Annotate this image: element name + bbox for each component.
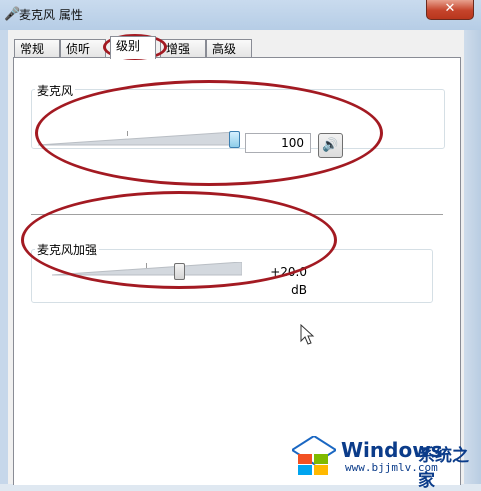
- annotation-ring-boost: [21, 191, 337, 289]
- tab-general[interactable]: 常规: [14, 39, 60, 58]
- annotation-ring-microphone: [35, 80, 383, 186]
- tab-levels[interactable]: 级别: [110, 36, 156, 59]
- watermark-url: www.bjjmlv.com: [345, 461, 438, 474]
- tab-label: 常规: [20, 42, 45, 56]
- microphone-label: 麦克风: [35, 82, 76, 99]
- tab-listen[interactable]: 侦听: [60, 39, 106, 58]
- windows-logo-icon: [292, 436, 336, 475]
- mic-window-icon: 🎤: [4, 7, 21, 22]
- tab-enhancements[interactable]: 增强: [160, 39, 206, 58]
- tab-label: 侦听: [66, 42, 91, 56]
- tab-label: 高级: [212, 42, 237, 56]
- tab-label: 级别: [116, 39, 141, 53]
- mouse-pointer-icon: [300, 324, 315, 345]
- tab-advanced[interactable]: 高级: [206, 39, 252, 58]
- window-frame-right: [464, 30, 481, 484]
- title-bar: 🎤 麦克风 属性 ✕: [0, 0, 481, 30]
- tab-label: 增强: [166, 42, 191, 56]
- window-title: 麦克风 属性: [19, 8, 83, 22]
- window-frame-left: [0, 30, 8, 484]
- close-button[interactable]: ✕: [426, 0, 474, 20]
- close-icon: ✕: [444, 1, 456, 16]
